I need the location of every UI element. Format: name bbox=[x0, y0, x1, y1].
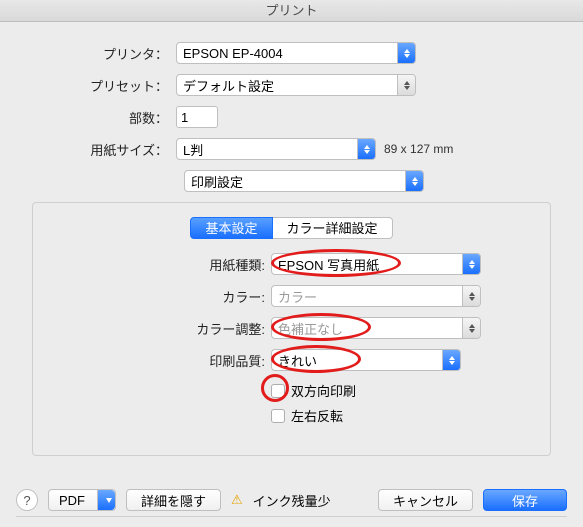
cancel-label: キャンセル bbox=[393, 491, 458, 510]
mirror-checkbox[interactable] bbox=[271, 409, 285, 423]
window-title: プリント bbox=[0, 0, 583, 22]
dialog-body: プリンタ： EPSON EP-4004 プリセット： デフォルト設定 部数： 用… bbox=[0, 22, 583, 527]
paper-type-value: EPSON 写真用紙 bbox=[272, 255, 462, 274]
chevron-updown-icon bbox=[462, 254, 480, 274]
quality-value: きれい bbox=[272, 351, 442, 370]
copies-label: 部数： bbox=[16, 108, 176, 127]
pdf-label: PDF bbox=[59, 493, 85, 508]
quality-label: 印刷品質: bbox=[33, 351, 271, 370]
quality-select[interactable]: きれい bbox=[271, 349, 461, 371]
paper-size-label: 用紙サイズ： bbox=[16, 140, 176, 159]
chevron-updown-icon bbox=[357, 139, 375, 159]
help-button[interactable]: ? bbox=[16, 489, 38, 511]
preset-select[interactable]: デフォルト設定 bbox=[176, 74, 416, 96]
paper-type-label: 用紙種類: bbox=[33, 255, 271, 274]
divider bbox=[16, 516, 567, 517]
bidi-checkbox[interactable] bbox=[271, 384, 285, 398]
details-label: 詳細を隠す bbox=[141, 491, 206, 510]
preset-label: プリセット： bbox=[16, 76, 176, 95]
chevron-updown-icon bbox=[397, 75, 415, 95]
tab-basic[interactable]: 基本設定 bbox=[190, 217, 272, 239]
settings-panel: 基本設定 カラー詳細設定 用紙種類: EPSON 写真用紙 カラー: カラー カ… bbox=[32, 202, 551, 456]
details-button[interactable]: 詳細を隠す bbox=[126, 489, 221, 511]
color-label: カラー: bbox=[33, 287, 271, 306]
color-adjust-label: カラー調整: bbox=[33, 319, 271, 338]
paper-size-value: L判 bbox=[177, 140, 357, 159]
bidi-label: 双方向印刷 bbox=[291, 381, 356, 400]
pdf-menu-button[interactable]: PDF bbox=[48, 489, 116, 511]
mirror-label: 左右反転 bbox=[291, 406, 343, 425]
color-value: カラー bbox=[272, 287, 462, 306]
preset-value: デフォルト設定 bbox=[177, 76, 397, 95]
tab-advanced[interactable]: カラー詳細設定 bbox=[273, 217, 393, 239]
chevron-down-icon bbox=[106, 498, 112, 503]
save-button[interactable]: 保存 bbox=[483, 489, 567, 511]
printer-label: プリンタ： bbox=[16, 44, 176, 63]
printer-value: EPSON EP-4004 bbox=[177, 46, 397, 61]
paper-size-note: 89 x 127 mm bbox=[384, 142, 453, 156]
copies-input[interactable] bbox=[176, 106, 218, 128]
cancel-button[interactable]: キャンセル bbox=[378, 489, 473, 511]
ink-warning-text: インク残量少 bbox=[253, 491, 331, 510]
color-adjust-select: 色補正なし bbox=[271, 317, 481, 339]
chevron-updown-icon bbox=[442, 350, 460, 370]
color-select: カラー bbox=[271, 285, 481, 307]
printer-select[interactable]: EPSON EP-4004 bbox=[176, 42, 416, 64]
save-label: 保存 bbox=[512, 491, 538, 510]
section-value: 印刷設定 bbox=[185, 172, 405, 191]
paper-size-select[interactable]: L判 bbox=[176, 138, 376, 160]
section-select[interactable]: 印刷設定 bbox=[184, 170, 424, 192]
chevron-updown-icon bbox=[462, 286, 480, 306]
chevron-updown-icon bbox=[405, 171, 423, 191]
paper-type-select[interactable]: EPSON 写真用紙 bbox=[271, 253, 481, 275]
color-adjust-value: 色補正なし bbox=[272, 319, 462, 338]
tabs: 基本設定 カラー詳細設定 bbox=[33, 217, 550, 239]
footer: ? PDF 詳細を隠す ⚠ インク残量少 キャンセル 保存 bbox=[0, 489, 583, 511]
chevron-updown-icon bbox=[462, 318, 480, 338]
chevron-updown-icon bbox=[397, 43, 415, 63]
warning-icon: ⚠ bbox=[231, 492, 243, 508]
